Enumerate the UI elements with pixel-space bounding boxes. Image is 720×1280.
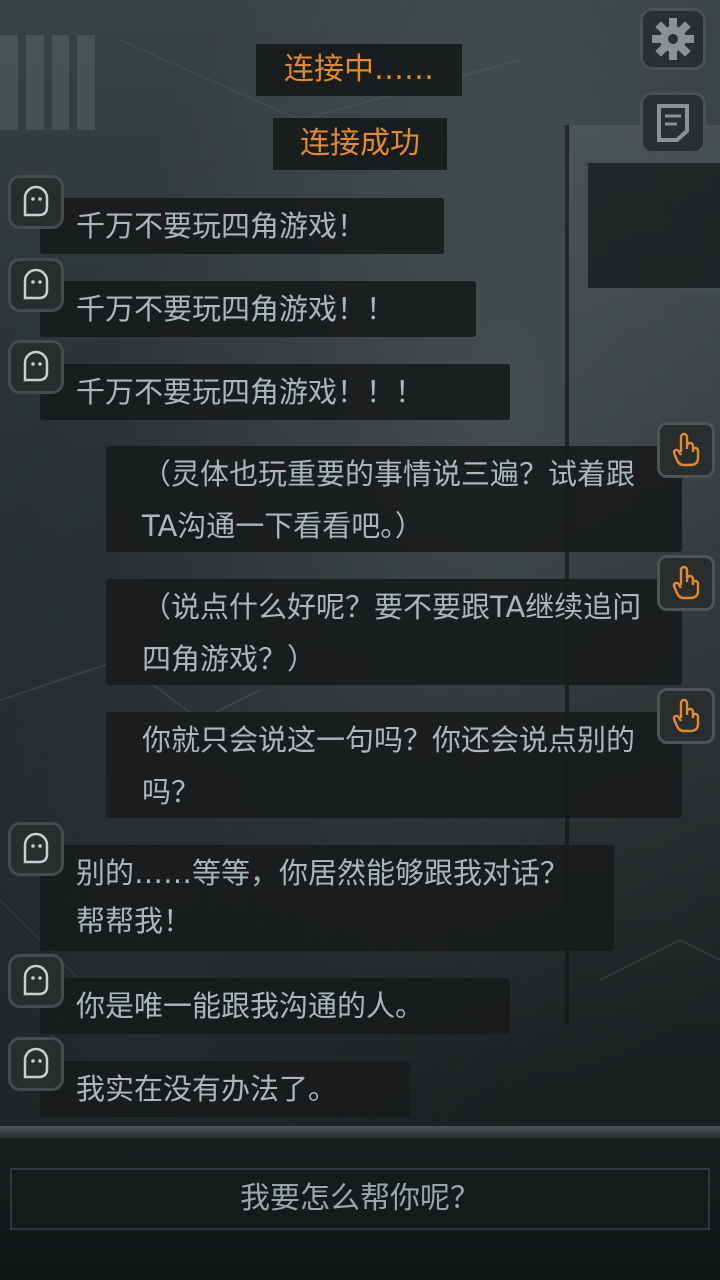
ghost-message: 千万不要玩四角游戏！！！ (40, 364, 510, 420)
system-message-connected: 连接成功 (273, 118, 447, 170)
player-message: （灵体也玩重要的事情说三遍？试着跟TA沟通一下看看吧。） (106, 446, 682, 552)
background-window (585, 160, 720, 291)
ghost-icon (23, 832, 49, 864)
background-bars (0, 35, 95, 130)
ghost-message: 千万不要玩四角游戏！ (40, 198, 444, 254)
pointing-hand-icon (672, 698, 700, 733)
ghost-avatar (8, 954, 64, 1008)
ghost-message: 你是唯一能跟我沟通的人。 (40, 978, 510, 1034)
player-choice-marker (657, 555, 715, 611)
system-message-connecting: 连接中…… (256, 44, 462, 96)
ghost-avatar (8, 340, 64, 394)
player-choice-marker (657, 688, 715, 744)
notebook-icon (657, 104, 689, 142)
ghost-icon (23, 964, 49, 996)
gear-icon (652, 18, 694, 60)
ghost-icon (23, 185, 49, 217)
chat-divider (0, 1126, 720, 1138)
pointing-hand-icon (672, 432, 700, 467)
ghost-message: 千万不要玩四角游戏！！ (40, 281, 476, 337)
ghost-avatar (8, 1037, 64, 1091)
player-message: （说点什么好呢？要不要跟TA继续追问四角游戏？） (106, 579, 682, 685)
ghost-icon (23, 1047, 49, 1079)
ghost-avatar (8, 822, 64, 876)
notes-button[interactable] (640, 92, 706, 154)
ghost-avatar (8, 258, 64, 312)
ghost-message: 别的……等等，你居然能够跟我对话？帮帮我！ (40, 845, 614, 951)
ghost-message: 我实在没有办法了。 (40, 1061, 410, 1117)
pointing-hand-icon (672, 565, 700, 600)
settings-button[interactable] (640, 8, 706, 70)
player-choice-marker (657, 422, 715, 478)
player-message: 你就只会说这一句吗？你还会说点别的吗？ (106, 712, 682, 818)
ghost-icon (23, 350, 49, 382)
ghost-icon (23, 268, 49, 300)
reply-option-button[interactable]: 我要怎么帮你呢？ (10, 1168, 710, 1230)
ghost-avatar (8, 175, 64, 229)
